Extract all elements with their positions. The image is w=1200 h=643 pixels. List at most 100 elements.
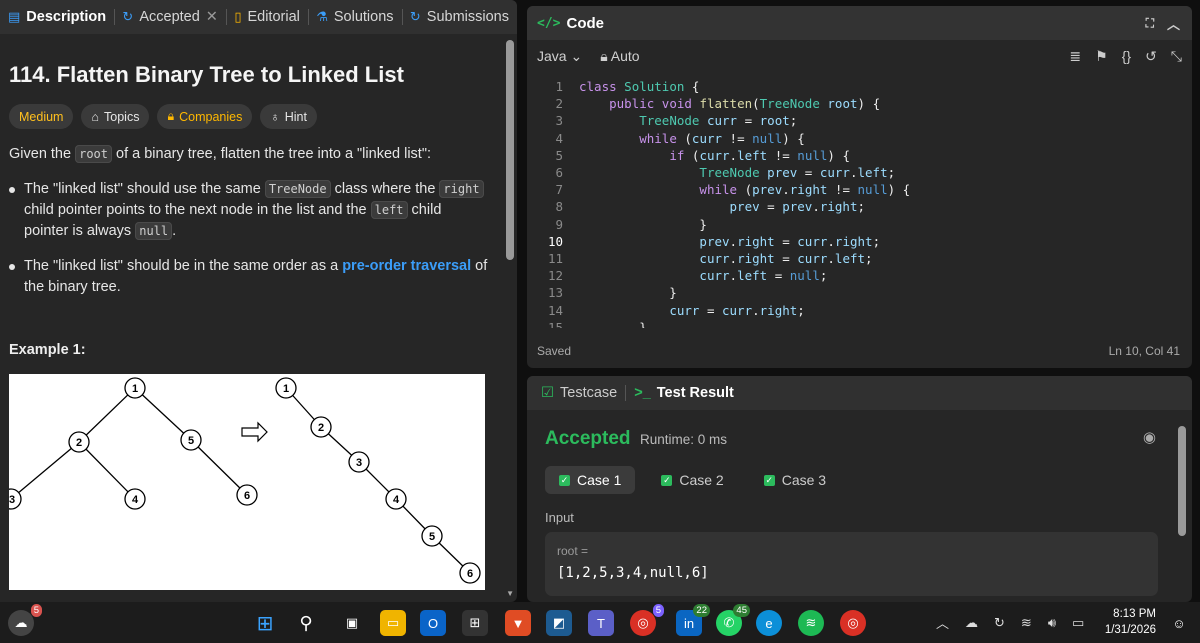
- chrome-icon[interactable]: ◎ 5: [630, 604, 664, 636]
- spotify-icon[interactable]: ≋: [798, 610, 824, 636]
- tab-test-result[interactable]: >_ Test Result: [626, 376, 742, 410]
- code-text: TreeNode curr = root;: [639, 113, 798, 129]
- volume-icon[interactable]: 🔊︎: [1048, 615, 1056, 631]
- result-panel: ☑ Testcase >_ Test Result Accepted Runtime…: [527, 376, 1192, 602]
- code-text: while (curr != null) {: [639, 130, 805, 146]
- sync-icon[interactable]: ↻: [994, 615, 1005, 631]
- line-number: 15: [547, 319, 563, 328]
- case-tab-3[interactable]: ✓ Case 3: [750, 466, 840, 494]
- difficulty-badge: Medium: [9, 104, 74, 129]
- saved-status: Saved: [537, 344, 572, 358]
- language-select[interactable]: Java ⌄: [537, 48, 582, 65]
- svg-text:5: 5: [429, 531, 435, 543]
- tab-solutions[interactable]: ⚗ Solutions: [308, 0, 401, 34]
- code-text: curr = curr.right;: [669, 302, 805, 318]
- eye-icon[interactable]: ◉: [1143, 428, 1156, 446]
- code-line: 10 prev.right = curr.right;: [527, 233, 1192, 250]
- code-line: 7 while (prev.right != null) {: [527, 181, 1192, 198]
- book-icon: ▯: [234, 9, 242, 24]
- code-text: TreeNode prev = curr.left;: [699, 165, 896, 181]
- result-scrollbar[interactable]: [1178, 426, 1186, 536]
- example-label: Example 1:: [9, 342, 86, 358]
- taskview-icon[interactable]: ▣: [339, 610, 365, 636]
- onedrive-icon[interactable]: ☁: [965, 615, 978, 631]
- code-header: </> Code ⛶ ︿: [527, 6, 1192, 40]
- tab-editorial[interactable]: ▯ Editorial: [226, 0, 308, 34]
- search-icon[interactable]: ⚲: [293, 610, 319, 636]
- lightbulb-icon: ♁: [270, 109, 280, 124]
- clock[interactable]: 8:13 PM 1/31/2026: [1105, 606, 1156, 638]
- svg-text:4: 4: [132, 494, 139, 506]
- example-tree-image: 1 2 5 3 4 6 1 2 3 4 5 6: [0, 374, 485, 590]
- brave-icon[interactable]: ▼: [505, 610, 531, 636]
- maximize-icon[interactable]: ⛶: [1146, 16, 1154, 31]
- line-number: 4: [555, 130, 563, 146]
- case-tab-2[interactable]: ✓ Case 2: [647, 466, 737, 494]
- editor-toolbar: Java ⌄ 🔒︎ Auto ≣ ⚑ {} ↺ ⤡: [527, 40, 1192, 72]
- format-icon[interactable]: ≣: [1069, 48, 1081, 65]
- tab-description[interactable]: ▤ Description: [0, 0, 114, 34]
- app-icon[interactable]: ◩: [546, 610, 572, 636]
- notification-icon[interactable]: ☺: [1166, 610, 1192, 636]
- store-icon[interactable]: ⊞: [462, 610, 488, 636]
- case-tabs: ✓ Case 1 ✓ Case 2 ✓ Case 3: [545, 466, 840, 494]
- code-editor[interactable]: 1 class Solution {2 public void flatten(T…: [527, 78, 1192, 328]
- lock-icon: 🔒︎: [600, 47, 608, 64]
- scroll-down-arrow[interactable]: ▼: [506, 589, 514, 598]
- teams-icon[interactable]: T: [588, 610, 614, 636]
- code-line: 3 TreeNode curr = root;: [527, 112, 1192, 129]
- code-line: 9 }: [527, 216, 1192, 233]
- bullet-2: The "linked list" should be in the same …: [9, 256, 489, 298]
- hint-button[interactable]: ♁ Hint: [260, 104, 317, 129]
- line-number: 6: [555, 165, 563, 181]
- code-line: 1 class Solution {: [527, 78, 1192, 95]
- bookmark-icon[interactable]: ⚑: [1095, 48, 1108, 65]
- document-icon: ▤: [8, 9, 21, 24]
- system-tray: ︿ ☁ ↻ ≋ 🔊︎ ▭: [936, 602, 1084, 643]
- chrome-profile-icon[interactable]: ◎: [840, 610, 866, 636]
- svg-text:1: 1: [132, 383, 138, 395]
- tab-testcase[interactable]: ☑ Testcase: [533, 376, 625, 410]
- preorder-link[interactable]: pre-order traversal: [342, 258, 471, 274]
- line-number: 8: [555, 199, 563, 215]
- code-text: while (prev.right != null) {: [699, 182, 911, 198]
- code-text: prev.right = curr.right;: [699, 233, 881, 249]
- svg-text:3: 3: [9, 494, 15, 506]
- case-tab-1[interactable]: ✓ Case 1: [545, 466, 636, 494]
- check-icon: ✓: [763, 474, 775, 486]
- weather-icon[interactable]: ☁ 5: [8, 604, 42, 636]
- code-line: 6 TreeNode prev = curr.left;: [527, 164, 1192, 181]
- linkedin-icon[interactable]: in 22: [676, 604, 710, 636]
- problem-tabs: ▤ Description ↻ Accepted ✕ ▯ Editorial ⚗ Solu…: [0, 0, 517, 34]
- code-text: curr.right = curr.left;: [699, 250, 873, 266]
- collapse-icon[interactable]: ︿: [1167, 14, 1180, 33]
- checkbox-icon: ☑: [541, 385, 554, 401]
- edge-icon[interactable]: e: [756, 610, 782, 636]
- code-line: 4 while (curr != null) {: [527, 130, 1192, 147]
- braces-icon[interactable]: {}: [1122, 48, 1131, 65]
- lock-icon: 🔒︎: [167, 109, 175, 123]
- fullscreen-icon[interactable]: ⤡: [1171, 48, 1182, 65]
- start-icon[interactable]: ⊞: [252, 610, 278, 636]
- companies-button[interactable]: 🔒︎ Companies: [157, 104, 253, 129]
- whatsapp-icon[interactable]: ✆ 45: [716, 604, 750, 636]
- svg-text:1: 1: [283, 383, 289, 395]
- code-text: }: [579, 216, 707, 232]
- battery-icon[interactable]: ▭: [1072, 615, 1084, 631]
- code-text: public void flatten(TreeNode root) {: [609, 96, 881, 112]
- problem-description: Given the root of a binary tree, flatten…: [9, 144, 489, 298]
- scrollbar[interactable]: [506, 40, 514, 260]
- wifi-icon[interactable]: ≋: [1021, 615, 1032, 631]
- code-line: 2 public void flatten(TreeNode root) {: [527, 95, 1192, 112]
- line-number: 2: [555, 96, 563, 112]
- chevron-up-icon[interactable]: ︿: [936, 613, 949, 632]
- reset-icon[interactable]: ↺: [1145, 48, 1157, 65]
- outlook-icon[interactable]: O: [420, 610, 446, 636]
- tab-submissions[interactable]: ↻ Submissions: [402, 0, 517, 34]
- tag-row: Medium ⌂ Topics 🔒︎ Companies ♁ Hint: [9, 104, 317, 129]
- close-icon[interactable]: ✕: [206, 9, 218, 25]
- auto-mode[interactable]: 🔒︎ Auto: [600, 48, 639, 65]
- topics-button[interactable]: ⌂ Topics: [81, 104, 150, 129]
- file-explorer-icon[interactable]: ▭: [380, 610, 406, 636]
- tab-accepted[interactable]: ↻ Accepted ✕: [114, 0, 226, 34]
